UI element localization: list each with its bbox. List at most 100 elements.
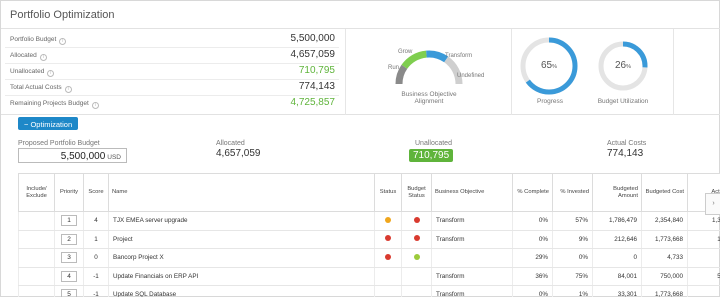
summary-label: Total Actual Costs	[10, 84, 62, 91]
status-cell	[374, 230, 402, 249]
score-cell: 4	[83, 211, 109, 231]
budgeted-amount-cell: 212,646	[592, 230, 642, 249]
score-cell: -1	[83, 267, 109, 286]
actual-costs-value: 774,143	[607, 148, 644, 159]
optimization-stats: Proposed Portfolio Budget 5,500,000 USD A…	[1, 138, 720, 168]
budgeted-cost-cell: 4,733	[641, 248, 688, 268]
priority-input[interactable]: 5	[61, 289, 77, 297]
gauge-caption: Business Objective Alignment	[401, 91, 457, 105]
column-header-include[interactable]: Include/ Exclude	[18, 173, 55, 212]
summary-value: 5,500,000	[290, 33, 336, 44]
priority-input[interactable]: 2	[61, 233, 77, 245]
budgeted-amount-cell: 1,786,479	[592, 211, 642, 231]
budget-status-dot	[413, 253, 420, 260]
info-circle-icon[interactable]: i	[39, 54, 47, 61]
budget-summary-list: Portfolio Budget i 5,500,000 Allocated i 4…	[5, 32, 339, 112]
priority-cell: 5	[54, 285, 84, 297]
include-checkbox[interactable]	[18, 267, 55, 286]
summary-row-unallocated: Unallocated i 710,795	[5, 64, 339, 80]
proposed-budget-label: Proposed Portfolio Budget	[18, 140, 100, 147]
summary-row-total-actual-costs: Total Actual Costs i 774,143	[5, 80, 339, 96]
column-header-complete[interactable]: % Complete	[512, 173, 553, 212]
column-header-budgeted-amount[interactable]: Budgeted Amount	[592, 173, 642, 212]
actual-cost-cell: 24,975	[687, 285, 720, 297]
table-row[interactable]: 21Project Transform0%9%212,6461,773,66816…	[18, 230, 720, 249]
table-row[interactable]: 30Bancorp Project X29%0%04,7330	[18, 248, 720, 268]
gauge-label-transform: Transform	[445, 53, 473, 59]
gauge-label-undefined: Undefined	[457, 73, 485, 79]
table-row[interactable]: 5 -1 Update SQL Database Transform 0% 1% 33,30…	[18, 285, 720, 297]
business-objective-cell: Transform	[431, 230, 513, 249]
summary-label: Unallocated	[10, 68, 45, 75]
actual-cost-cell: 169,484	[687, 230, 720, 249]
divider	[673, 29, 674, 115]
include-checkbox[interactable]	[18, 211, 55, 231]
column-header-business-objective[interactable]: Business Objective	[431, 173, 513, 212]
status-dot	[385, 253, 391, 260]
column-header-score[interactable]: Score	[83, 173, 109, 212]
unallocated-badge: 710,795	[409, 149, 454, 162]
project-name[interactable]: Update Financials on ERP API	[108, 267, 375, 286]
column-header-budgeted-cost[interactable]: Budgeted Cost	[641, 173, 688, 212]
priority-input[interactable]: 3	[61, 252, 77, 264]
priority-input[interactable]: 4	[61, 270, 77, 282]
info-circle-icon[interactable]: i	[59, 38, 67, 45]
column-header-name[interactable]: Name	[108, 173, 375, 212]
summary-label: Remaining Projects Budget	[10, 100, 89, 107]
info-circle-icon[interactable]: i	[47, 70, 55, 77]
utilization-value: 26%	[614, 60, 631, 71]
column-header-status[interactable]: Status	[374, 173, 402, 212]
project-name[interactable]: Bancorp Project X	[108, 248, 375, 268]
complete-cell: 0%	[512, 211, 553, 231]
actual-costs-label: Actual Costs	[607, 140, 647, 147]
budget-status-cell	[401, 211, 432, 231]
complete-cell: 0%	[512, 285, 553, 297]
business-objective-cell: Transform	[431, 285, 513, 297]
proposed-budget-input[interactable]: 5,500,000 USD	[18, 148, 127, 163]
priority-cell: 4	[54, 267, 84, 286]
allocated-value: 4,657,059	[216, 148, 261, 159]
project-name[interactable]: Update SQL Database	[108, 285, 375, 297]
column-header-budget-status[interactable]: Budget Status	[401, 173, 432, 212]
gauge-label-run: Run	[388, 65, 400, 71]
summary-section: Portfolio Budget i 5,500,000 Allocated i 4…	[1, 29, 720, 115]
include-checkbox[interactable]	[18, 285, 55, 297]
chevron-right-icon[interactable]: ›	[705, 193, 720, 215]
budget-status-cell	[401, 285, 432, 297]
budget-status-dot	[413, 235, 420, 242]
project-name[interactable]: TJX EMEA server upgrade	[108, 211, 375, 231]
include-checkbox[interactable]	[18, 230, 55, 249]
table-row[interactable]: 4 -1 Update Financials on ERP API Transform…	[18, 267, 720, 286]
project-name[interactable]: Project	[108, 230, 375, 249]
priority-input[interactable]: 1	[61, 215, 77, 227]
business-objective-cell: Transform	[431, 267, 513, 286]
status-cell	[374, 285, 402, 297]
column-header-priority[interactable]: Priority	[54, 173, 84, 212]
budget-status-dot	[413, 216, 420, 223]
budget-status-cell	[401, 248, 432, 268]
summary-row-allocated: Allocated i 4,657,059	[5, 48, 339, 64]
info-circle-icon[interactable]: i	[64, 86, 72, 93]
summary-row-remaining-budget: Remaining Projects Budget i 4,725,857	[5, 96, 339, 112]
summary-label: Allocated	[10, 52, 37, 59]
gauge-segment-undefined	[444, 56, 463, 85]
gauge-segment-grow	[401, 50, 427, 69]
info-circle-icon[interactable]: i	[91, 102, 99, 109]
include-checkbox[interactable]	[18, 248, 55, 268]
optimization-button[interactable]: − Optimization	[18, 117, 79, 130]
complete-cell: 36%	[512, 267, 553, 286]
invested-cell: 75%	[552, 267, 593, 286]
budget-status-cell	[401, 267, 432, 286]
progress-caption: Progress	[536, 98, 563, 105]
table-header-row: Include/ Exclude Priority Score Name Sta…	[18, 173, 720, 212]
status-dot	[385, 235, 391, 242]
summary-value: 4,725,857	[290, 97, 336, 108]
gauge-segment-run	[395, 64, 408, 85]
priority-cell: 2	[54, 230, 84, 249]
summary-value: 774,143	[298, 81, 335, 92]
column-header-invested[interactable]: % Invested	[552, 173, 593, 212]
budget-status-cell	[401, 230, 432, 249]
invested-cell: 57%	[552, 211, 593, 231]
budgeted-amount-cell: 0	[592, 248, 642, 268]
table-row[interactable]: 1 4 TJX EMEA server upgrade Transform 0% 57% 1…	[18, 211, 720, 231]
